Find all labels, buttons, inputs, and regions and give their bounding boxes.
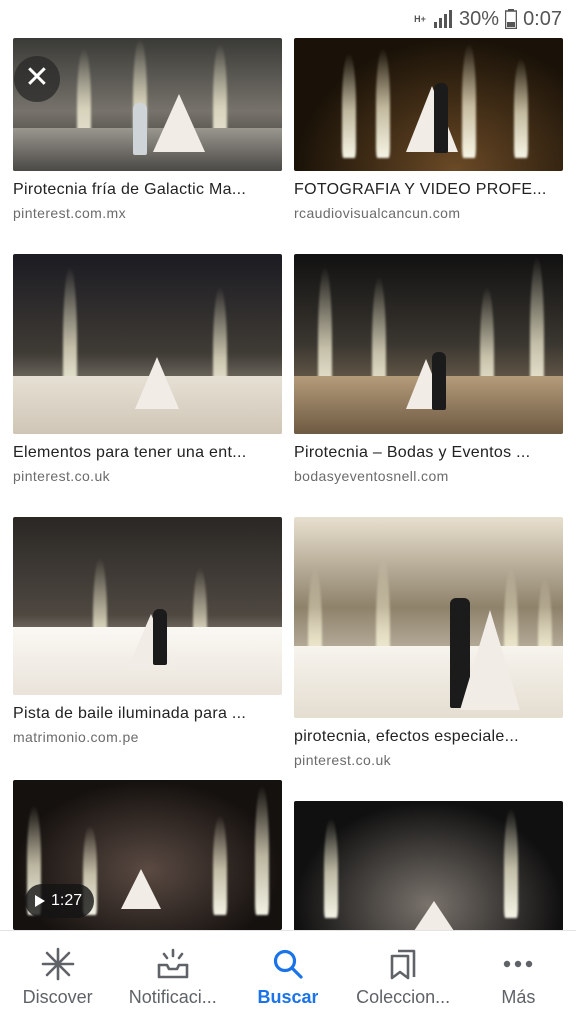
search-icon [273,949,303,979]
result-thumbnail[interactable] [294,38,563,171]
result-title: pirotecnia, efectos especiale... [294,728,519,745]
result-title: Pista de baile iluminada para ... [13,705,247,722]
image-result-card[interactable]: Pirotecnia – Bodas y Eventos ... bodasye… [294,254,563,484]
close-icon: ✕ [24,61,50,94]
result-source: pinterest.co.uk [294,752,392,768]
result-title: FOTOGRAFIA Y VIDEO PROFE... [294,181,547,198]
nav-more[interactable]: Más [463,947,573,1008]
result-thumbnail[interactable]: 1:27 [13,780,282,930]
bookmarks-icon [390,949,416,980]
video-duration: 1:27 [51,892,83,909]
image-result-card[interactable]: Pista de baile iluminada para ... matrim… [13,517,282,745]
image-result-card[interactable]: pirotecnia, efectos especiale... pintere… [294,517,563,768]
result-title: Pirotecnia fría de Galactic Ma... [13,181,247,198]
nav-collections[interactable]: Coleccion... [348,947,458,1008]
clock: 0:07 [523,7,562,30]
nav-label: Notificaci... [128,987,217,1007]
image-result-card[interactable]: Elementos para tener una ent... pinteres… [13,254,282,484]
bottom-navigation: Discover Notificaci... Buscar Coleccion.… [0,930,576,1024]
nav-label: Discover [22,987,93,1007]
nav-label: Coleccion... [356,987,451,1007]
nav-search[interactable]: Buscar [233,947,343,1008]
battery-percent: 30% [459,7,500,30]
result-source: pinterest.com.mx [13,205,126,221]
result-source: rcaudiovisualcancun.com [294,205,461,221]
more-dots-icon [504,960,533,968]
result-source: matrimonio.com.pe [13,729,139,745]
nav-label: Más [501,987,536,1007]
inbox-icon [157,948,189,979]
result-thumbnail[interactable] [294,517,563,718]
battery-icon [505,9,518,29]
result-title: Elementos para tener una ent... [13,444,247,461]
image-result-card[interactable]: 1:27 [13,780,282,930]
result-source: pinterest.co.uk [13,468,111,484]
image-result-card[interactable] [294,801,563,931]
nav-discover[interactable]: Discover [3,947,113,1008]
status-bar: H+ 30% 0:07 [0,0,576,38]
nav-label: Buscar [257,987,319,1007]
close-button[interactable]: ✕ [14,56,60,102]
result-thumbnail[interactable] [13,517,282,695]
result-title: Pirotecnia – Bodas y Eventos ... [294,444,531,461]
result-thumbnail[interactable] [294,254,563,434]
result-source: bodasyeventosnell.com [294,468,449,484]
signal-icon [434,10,453,28]
network-type-indicator: H+ [414,13,426,24]
video-duration-badge: 1:27 [25,884,95,918]
result-thumbnail[interactable] [13,38,282,171]
asterisk-icon [41,947,74,981]
image-result-card[interactable]: FOTOGRAFIA Y VIDEO PROFE... rcaudiovisua… [294,38,563,221]
nav-notifications[interactable]: Notificaci... [118,947,228,1008]
image-results-grid: Pirotecnia fría de Galactic Ma... pinter… [0,0,576,1024]
result-thumbnail[interactable] [294,801,563,931]
play-icon [35,895,45,907]
result-thumbnail[interactable] [13,254,282,434]
